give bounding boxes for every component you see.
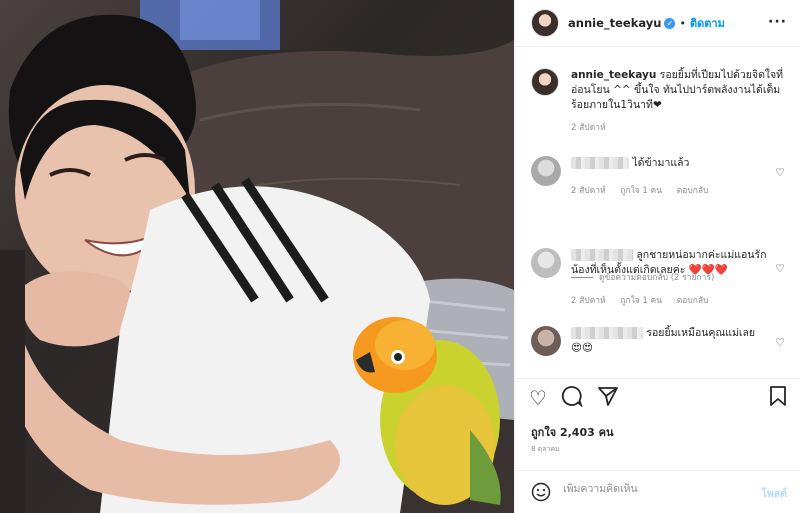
comment-time: 2 สัปดาห์ xyxy=(571,186,606,196)
post-side-panel: annie_teekayu ✓ • ติดตาม ··· annie_teeka… xyxy=(514,0,800,513)
caption-username[interactable]: annie_teekayu xyxy=(571,69,656,81)
caption-heart-icon: ❤ xyxy=(652,99,662,111)
comment-thread[interactable]: annie_teekayu รอยยิ้มที่เปียมไปด้วยจิตใจ… xyxy=(515,48,800,378)
comment-bubble-icon[interactable] xyxy=(561,385,583,411)
commenter-avatar[interactable] xyxy=(531,248,561,278)
commenter-username-blurred[interactable] xyxy=(571,327,643,339)
follow-button[interactable]: ติดตาม xyxy=(690,14,725,32)
like-heart-icon[interactable]: ♡ xyxy=(529,387,547,409)
reply-button[interactable]: ตอบกลับ xyxy=(677,296,709,306)
share-paper-plane-icon[interactable] xyxy=(597,385,619,411)
author-avatar[interactable] xyxy=(531,9,559,37)
commenter-avatar[interactable] xyxy=(531,156,561,186)
post-header: annie_teekayu ✓ • ติดตาม ··· xyxy=(515,0,800,47)
comment-input[interactable] xyxy=(563,483,743,495)
caption-author-avatar[interactable] xyxy=(531,68,559,96)
emoji-picker-icon[interactable] xyxy=(531,482,551,502)
caption-time: 2 สัปดาห์ xyxy=(571,123,606,133)
comment-time: 2 สัปดาห์ xyxy=(571,296,606,306)
post-comment-button[interactable]: โพสต์ xyxy=(761,485,787,502)
reply-button[interactable]: ตอบกลับ xyxy=(677,186,709,196)
post-photo-illustration xyxy=(0,0,514,513)
comment-meta: 2 สัปดาห์ ถูกใจ 1 คน ตอบกลับ xyxy=(571,293,721,307)
comment-body: ได้ข้ามาแล้ว xyxy=(571,156,771,171)
comment-text: ได้ข้ามาแล้ว xyxy=(632,157,690,169)
like-count[interactable]: ถูกใจ 2,403 คน xyxy=(531,423,613,441)
caption-text-block: annie_teekayu รอยยิ้มที่เปียมไปด้วยจิตใจ… xyxy=(571,68,791,136)
comment-like-count[interactable]: ถูกใจ 1 คน xyxy=(620,186,662,196)
post-photo[interactable] xyxy=(0,0,514,513)
separator-dot: • xyxy=(679,16,686,30)
author-username[interactable]: annie_teekayu xyxy=(568,16,661,30)
comment-meta: 2 สัปดาห์ ถูกใจ 1 คน ตอบกลับ xyxy=(571,183,721,197)
commenter-username-blurred[interactable] xyxy=(571,249,633,261)
save-bookmark-icon[interactable] xyxy=(769,385,787,411)
commenter-avatar[interactable] xyxy=(531,326,561,356)
comment-like-heart-icon[interactable]: ♡ xyxy=(775,262,785,275)
comment-like-count[interactable]: ถูกใจ 1 คน xyxy=(620,296,662,306)
commenter-username-blurred[interactable] xyxy=(571,157,629,169)
comment-like-heart-icon[interactable]: ♡ xyxy=(775,336,785,349)
comment-body: ลูกชายหน่อมากค่ะแม่แอนรักน้องที่เห็นตั้ง… xyxy=(571,248,771,278)
comment-like-heart-icon[interactable]: ♡ xyxy=(775,166,785,179)
more-options-icon[interactable]: ··· xyxy=(768,14,787,30)
comment-text: รอยยิ้มเหมือนคุณแม่เลย xyxy=(646,327,756,339)
comment-body: รอยยิ้มเหมือนคุณแม่เลย 😍😍 xyxy=(571,326,771,356)
comment-composer: โพสต์ xyxy=(515,470,800,513)
instagram-post-frame: annie_teekayu ✓ • ติดตาม ··· annie_teeka… xyxy=(0,0,800,513)
comment-emojis: 😍😍 xyxy=(571,342,593,354)
verified-badge-icon: ✓ xyxy=(664,17,676,29)
post-date: 8 ตุลาคม xyxy=(531,445,560,453)
comment-hearts-emoji: ❤️❤️❤️ xyxy=(688,264,728,276)
post-action-bar: ♡ xyxy=(515,378,800,418)
